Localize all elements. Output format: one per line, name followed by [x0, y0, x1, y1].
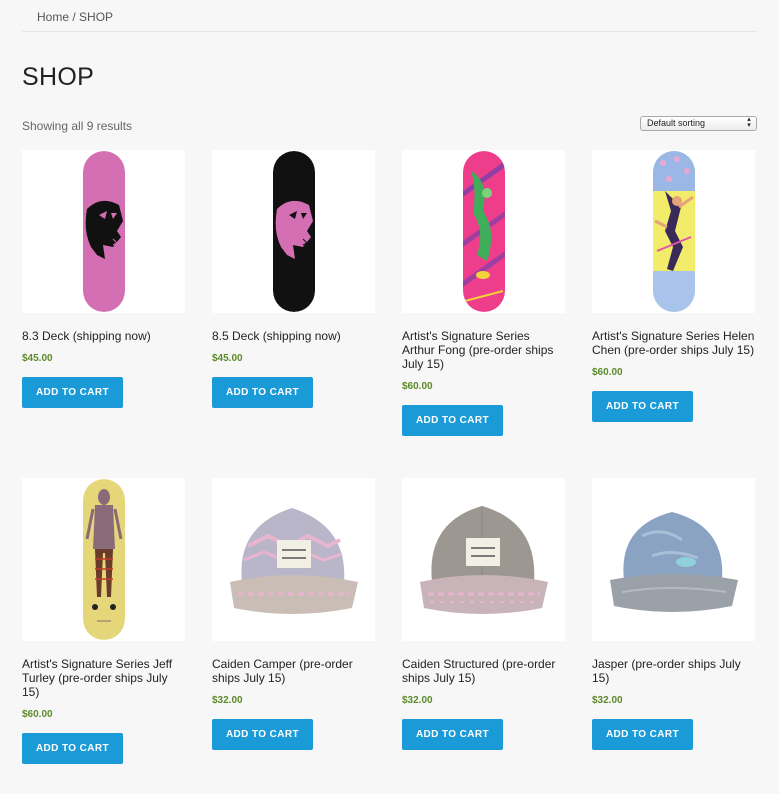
product-card: Artist's Signature Series Helen Chen (pr… [592, 150, 755, 422]
product-image[interactable] [592, 150, 755, 313]
product-title[interactable]: Artist's Signature Series Arthur Fong (p… [402, 329, 565, 371]
product-card: Caiden Structured (pre-order ships July … [402, 478, 565, 750]
product-price: $60.00 [22, 709, 53, 720]
product-price: $45.00 [212, 353, 243, 364]
product-price: $60.00 [592, 367, 623, 378]
skateboard-deck-jeff-turley-icon [82, 479, 125, 640]
product-card: 8.5 Deck (shipping now) $45.00 ADD TO CA… [212, 150, 375, 408]
product-image[interactable] [22, 150, 185, 313]
result-count: Showing all 9 results [22, 119, 133, 133]
product-price: $32.00 [592, 695, 623, 706]
product-card: Artist's Signature Series Jeff Turley (p… [22, 478, 185, 764]
breadcrumb: Home / SHOP [37, 10, 113, 24]
product-card: 8.3 Deck (shipping now) $45.00 ADD TO CA… [22, 150, 185, 408]
header-divider [22, 31, 757, 32]
product-title[interactable]: 8.3 Deck (shipping now) [22, 329, 185, 343]
product-title[interactable]: 8.5 Deck (shipping now) [212, 329, 375, 343]
skateboard-deck-helen-chen-icon [652, 151, 695, 312]
product-image[interactable] [212, 150, 375, 313]
add-to-cart-button[interactable]: ADD TO CART [22, 377, 123, 408]
product-title[interactable]: Caiden Camper (pre-order ships July 15) [212, 657, 375, 685]
select-arrows-icon: ▴ ▾ [747, 116, 751, 129]
add-to-cart-button[interactable]: ADD TO CART [212, 719, 313, 750]
product-image[interactable] [592, 478, 755, 641]
product-title[interactable]: Artist's Signature Series Helen Chen (pr… [592, 329, 755, 357]
add-to-cart-button[interactable]: ADD TO CART [212, 377, 313, 408]
breadcrumb-home-link[interactable]: Home [37, 10, 69, 24]
skateboard-deck-black-ghost-icon [272, 151, 315, 312]
product-card: Artist's Signature Series Arthur Fong (p… [402, 150, 565, 436]
product-image[interactable] [22, 478, 185, 641]
skateboard-deck-arthur-fong-icon [462, 151, 505, 312]
product-image[interactable] [402, 478, 565, 641]
page-title: SHOP [22, 63, 95, 91]
product-title[interactable]: Caiden Structured (pre-order ships July … [402, 657, 565, 685]
product-price: $32.00 [212, 695, 243, 706]
add-to-cart-button[interactable]: ADD TO CART [592, 719, 693, 750]
product-title[interactable]: Artist's Signature Series Jeff Turley (p… [22, 657, 185, 699]
sorting-select[interactable]: Default sorting ▴ ▾ [640, 116, 757, 131]
breadcrumb-current: SHOP [79, 10, 114, 24]
add-to-cart-button[interactable]: ADD TO CART [22, 733, 123, 764]
product-price: $60.00 [402, 381, 433, 392]
add-to-cart-button[interactable]: ADD TO CART [592, 391, 693, 422]
product-image[interactable] [402, 150, 565, 313]
cap-caiden-camper-icon [230, 508, 358, 614]
breadcrumb-separator: / [69, 10, 80, 24]
skateboard-deck-pink-ghost-icon [82, 151, 125, 312]
product-card: Caiden Camper (pre-order ships July 15) … [212, 478, 375, 750]
add-to-cart-button[interactable]: ADD TO CART [402, 719, 503, 750]
product-price: $32.00 [402, 695, 433, 706]
add-to-cart-button[interactable]: ADD TO CART [402, 405, 503, 436]
product-image[interactable] [212, 478, 375, 641]
sorting-selected-value: Default sorting [647, 118, 706, 128]
cap-caiden-structured-icon [420, 506, 548, 614]
product-title[interactable]: Jasper (pre-order ships July 15) [592, 657, 755, 685]
product-card: Jasper (pre-order ships July 15) $32.00 … [592, 478, 755, 750]
product-price: $45.00 [22, 353, 53, 364]
cap-jasper-icon [610, 512, 738, 612]
